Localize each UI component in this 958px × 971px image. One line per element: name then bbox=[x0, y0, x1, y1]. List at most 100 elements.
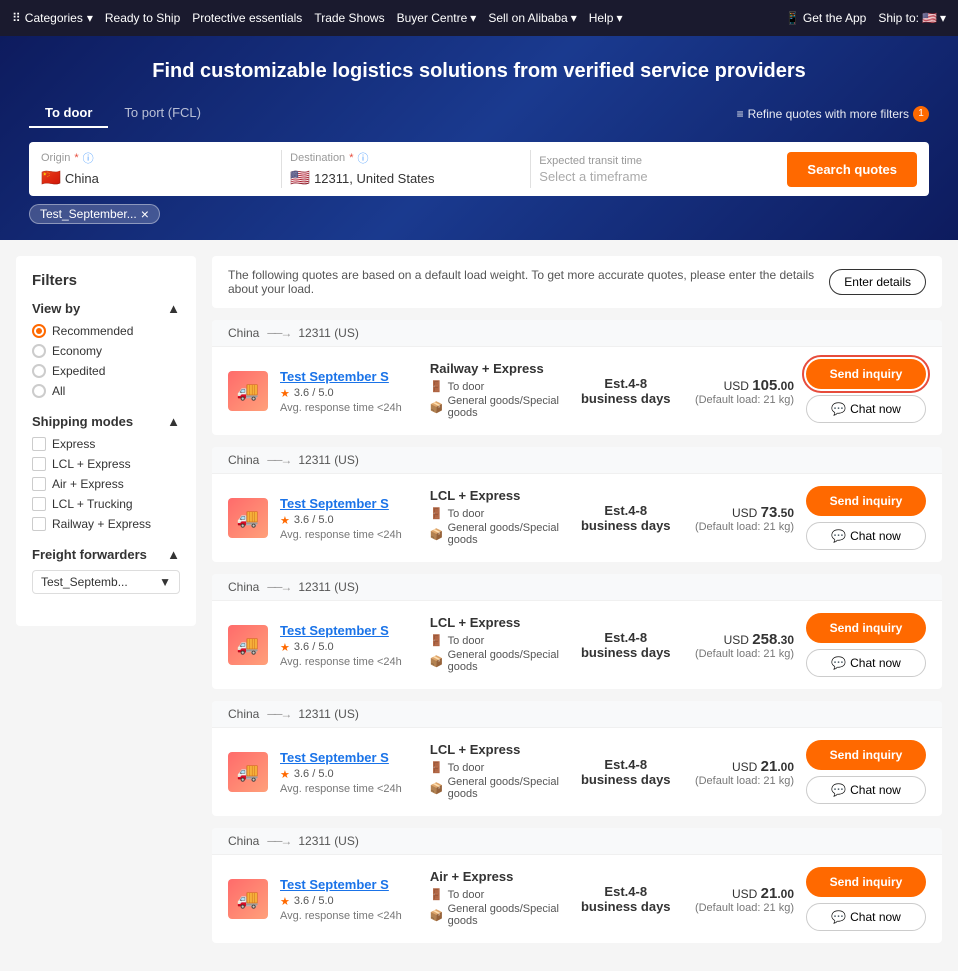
shipping-type: LCL + Express bbox=[430, 488, 568, 503]
chevron-icon: ▾ bbox=[940, 11, 946, 25]
tab-to-door[interactable]: To door bbox=[29, 99, 108, 128]
origin-value[interactable]: 🇨🇳 China bbox=[41, 168, 269, 188]
sidebar-filters: Filters View by ▲ Recommended Economy Ex… bbox=[16, 256, 196, 626]
destination-text: 12311 (US) bbox=[298, 453, 358, 467]
send-inquiry-button[interactable]: Send inquiry bbox=[806, 740, 926, 770]
filter-all[interactable]: All bbox=[32, 384, 180, 398]
transit-days: Est.4-8 business days bbox=[580, 503, 672, 533]
provider-name[interactable]: Test September S bbox=[280, 496, 418, 511]
quote-body: 🚚 Test September S ★ 3.6 / 5.0 Avg. resp… bbox=[212, 601, 942, 689]
chat-icon: 💬 bbox=[831, 783, 846, 797]
filter-railway-express[interactable]: Railway + Express bbox=[32, 517, 180, 531]
refine-quotes-button[interactable]: ≡ Refine quotes with more filters 1 bbox=[737, 106, 929, 122]
price-decimal: .30 bbox=[777, 633, 794, 647]
freight-forwarders-header[interactable]: Freight forwarders ▲ bbox=[32, 547, 180, 562]
nav-right: 📱 Get the App Ship to: 🇺🇸 ▾ bbox=[785, 11, 946, 25]
transit-time-value[interactable]: Select a timeframe bbox=[539, 169, 767, 184]
send-inquiry-button[interactable]: Send inquiry bbox=[806, 613, 926, 643]
price-section: USD 105.00 (Default load: 21 kg) bbox=[684, 377, 794, 406]
provider-name[interactable]: Test September S bbox=[280, 750, 418, 765]
nav-sell[interactable]: Sell on Alibaba ▾ bbox=[488, 11, 576, 25]
nav-ship-to[interactable]: Ship to: 🇺🇸 ▾ bbox=[878, 11, 946, 25]
chat-now-button[interactable]: 💬 Chat now bbox=[806, 776, 926, 804]
nav-protective[interactable]: Protective essentials bbox=[192, 11, 302, 25]
filter-count-badge: 1 bbox=[913, 106, 929, 122]
star-icon: ★ bbox=[280, 895, 290, 908]
chevron-up-icon: ▲ bbox=[167, 301, 180, 316]
view-by-header[interactable]: View by ▲ bbox=[32, 301, 180, 316]
goods-icon: 📦 bbox=[430, 401, 444, 414]
provider-name[interactable]: Test September S bbox=[280, 623, 418, 638]
action-section: Send inquiry 💬 Chat now bbox=[806, 740, 926, 804]
quote-card-2: China ──→ 12311 (US) 🚚 Test September S … bbox=[212, 574, 942, 689]
response-time: Avg. response time <24h bbox=[280, 783, 418, 795]
quote-body: 🚚 Test September S ★ 3.6 / 5.0 Avg. resp… bbox=[212, 474, 942, 562]
shipping-info: LCL + Express 🚪 To door 📦 General goods/… bbox=[430, 488, 568, 548]
goods-type: 📦 General goods/Special goods bbox=[430, 649, 568, 673]
price-display: USD 258.30 bbox=[684, 631, 794, 648]
shipping-modes-header[interactable]: Shipping modes ▲ bbox=[32, 414, 180, 429]
nav-buyer-centre[interactable]: Buyer Centre ▾ bbox=[397, 11, 477, 25]
door-icon: 🚪 bbox=[430, 634, 444, 647]
chat-now-button[interactable]: 💬 Chat now bbox=[806, 395, 926, 423]
origin-flag: 🇨🇳 bbox=[41, 168, 61, 188]
shipping-info: LCL + Express 🚪 To door 📦 General goods/… bbox=[430, 615, 568, 675]
destination-text: 12311 (US) bbox=[298, 580, 358, 594]
transit-info: Est.4-8 business days bbox=[580, 757, 672, 787]
tab-to-port[interactable]: To port (FCL) bbox=[108, 99, 217, 128]
filter-recommended[interactable]: Recommended bbox=[32, 324, 180, 338]
destination-text: 12311 (US) bbox=[298, 326, 358, 340]
chat-now-button[interactable]: 💬 Chat now bbox=[806, 522, 926, 550]
chat-now-button[interactable]: 💬 Chat now bbox=[806, 903, 926, 931]
tag-close-button[interactable]: × bbox=[141, 207, 149, 221]
nav-trade-shows[interactable]: Trade Shows bbox=[314, 11, 384, 25]
send-inquiry-button[interactable]: Send inquiry bbox=[806, 867, 926, 897]
provider-name[interactable]: Test September S bbox=[280, 369, 418, 384]
transit-days: Est.4-8 business days bbox=[580, 376, 672, 406]
star-icon: ★ bbox=[280, 641, 290, 654]
door-type: 🚪 To door bbox=[430, 634, 568, 647]
filter-shipping-modes: Shipping modes ▲ Express LCL + Express A… bbox=[32, 414, 180, 531]
nav-get-app[interactable]: 📱 Get the App bbox=[785, 11, 866, 25]
filter-air-express[interactable]: Air + Express bbox=[32, 477, 180, 491]
destination-info-icon: ⓘ bbox=[357, 150, 368, 166]
price-currency: USD bbox=[724, 379, 753, 393]
truck-icon: 🚚 bbox=[237, 635, 259, 656]
origin-text: China bbox=[228, 834, 259, 848]
nav-categories[interactable]: ⠿ Categories ▾ bbox=[12, 11, 93, 25]
destination-value[interactable]: 🇺🇸 12311, United States bbox=[290, 168, 518, 188]
origin-field: Origin * ⓘ 🇨🇳 China bbox=[41, 150, 282, 188]
send-inquiry-button[interactable]: Send inquiry bbox=[806, 486, 926, 516]
enter-details-button[interactable]: Enter details bbox=[829, 269, 926, 295]
price-currency: USD bbox=[724, 633, 753, 647]
shipping-type: LCL + Express bbox=[430, 615, 568, 630]
provider-logo: 🚚 bbox=[228, 625, 268, 665]
checkbox-air-express bbox=[32, 477, 46, 491]
chevron-icon: ▾ bbox=[470, 11, 476, 25]
chat-now-button[interactable]: 💬 Chat now bbox=[806, 649, 926, 677]
goods-icon: 📦 bbox=[430, 528, 444, 541]
provider-name[interactable]: Test September S bbox=[280, 877, 418, 892]
main-content: Filters View by ▲ Recommended Economy Ex… bbox=[0, 240, 958, 971]
quote-body: 🚚 Test September S ★ 3.6 / 5.0 Avg. resp… bbox=[212, 728, 942, 816]
top-navigation: ⠿ Categories ▾ Ready to Ship Protective … bbox=[0, 0, 958, 36]
send-inquiry-button[interactable]: Send inquiry bbox=[806, 359, 926, 389]
shipping-type: Air + Express bbox=[430, 869, 568, 884]
nav-left: ⠿ Categories ▾ Ready to Ship Protective … bbox=[12, 11, 777, 25]
search-quotes-button[interactable]: Search quotes bbox=[787, 152, 917, 187]
freight-forwarder-dropdown[interactable]: Test_Septemb... ▼ bbox=[32, 570, 180, 594]
filter-lcl-express[interactable]: LCL + Express bbox=[32, 457, 180, 471]
radio-economy bbox=[32, 344, 46, 358]
radio-recommended bbox=[32, 324, 46, 338]
filter-express[interactable]: Express bbox=[32, 437, 180, 451]
destination-flag: 🇺🇸 bbox=[290, 168, 310, 188]
price-note: (Default load: 21 kg) bbox=[684, 394, 794, 406]
provider-info: Test September S ★ 3.6 / 5.0 Avg. respon… bbox=[280, 750, 418, 795]
chat-icon: 💬 bbox=[831, 529, 846, 543]
filter-economy[interactable]: Economy bbox=[32, 344, 180, 358]
nav-ready-to-ship[interactable]: Ready to Ship bbox=[105, 11, 180, 25]
provider-rating: ★ 3.6 / 5.0 bbox=[280, 641, 418, 654]
filter-lcl-trucking[interactable]: LCL + Trucking bbox=[32, 497, 180, 511]
filter-expedited[interactable]: Expedited bbox=[32, 364, 180, 378]
nav-help[interactable]: Help ▾ bbox=[589, 11, 623, 25]
